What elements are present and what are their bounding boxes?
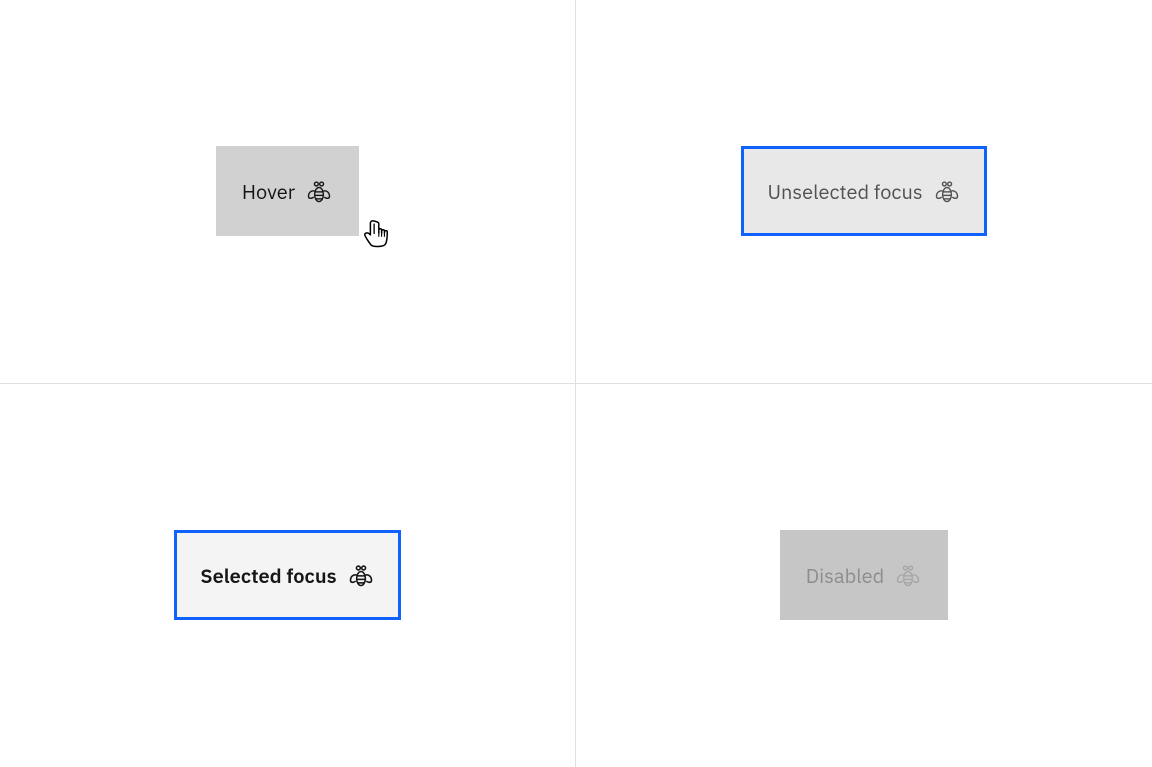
tab-hover[interactable]: Hover [216, 146, 359, 236]
states-grid: Hover [0, 0, 1152, 767]
bee-icon [933, 177, 961, 205]
bee-icon [305, 177, 333, 205]
tab-disabled: Disabled [780, 530, 948, 620]
pointer-cursor-icon [361, 218, 391, 250]
tab-label: Hover [242, 178, 295, 205]
cell-selected-focus: Selected focus [0, 384, 576, 767]
bee-icon [894, 561, 922, 589]
cell-disabled: Disabled [576, 384, 1152, 767]
tab-selected-focus[interactable]: Selected focus [174, 530, 400, 620]
tab-unselected-focus[interactable]: Unselected focus [741, 146, 986, 236]
tab-label: Selected focus [200, 562, 336, 589]
cell-unselected-focus: Unselected focus [576, 0, 1152, 384]
bee-icon [347, 561, 375, 589]
tab-label: Disabled [806, 562, 884, 589]
cell-hover: Hover [0, 0, 576, 384]
tab-label: Unselected focus [767, 178, 922, 205]
